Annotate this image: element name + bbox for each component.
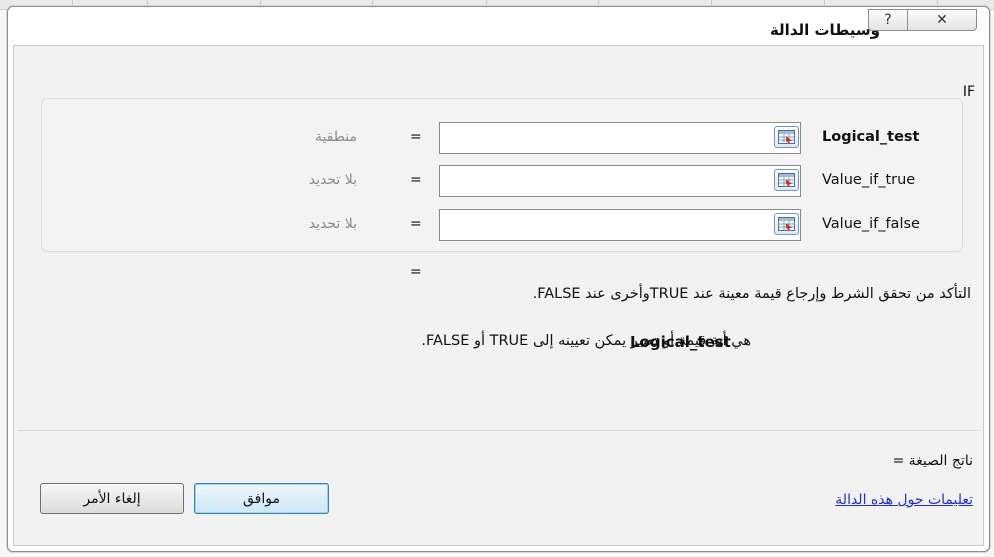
range-select-button[interactable]: [774, 213, 799, 235]
range-select-button[interactable]: [774, 169, 799, 191]
dialog-title: وسيطات الدالة: [769, 21, 880, 39]
question-icon: ?: [884, 12, 892, 28]
function-description: التأكد من تحقق الشرط وإرجاع قيمة معينة ع…: [532, 286, 971, 302]
dialog-body: IF منطقية = Logical_test بلا تحديد = Val…: [13, 45, 984, 546]
arguments-group: منطقية = Logical_test بلا تحديد = Value_…: [41, 98, 963, 252]
equals-sign: =: [410, 129, 422, 145]
cancel-button[interactable]: إلغاء الأمر: [40, 483, 184, 514]
arg-label: Value_if_false: [822, 216, 920, 232]
equals-sign: =: [410, 216, 422, 232]
value-if-true-input[interactable]: [439, 165, 801, 197]
arg-result: بلا تحديد: [308, 216, 357, 232]
arg-description-text: هي أية قيمة أو تعبير يمكن تعيينه إلى TRU…: [421, 333, 751, 349]
arg-label: Logical_test: [822, 129, 920, 145]
range-select-icon: [778, 217, 795, 231]
close-button[interactable]: ✕: [907, 9, 977, 31]
function-name: IF: [962, 84, 975, 100]
title-bar[interactable]: وسيطات الدالة ? ✕: [8, 7, 989, 45]
formula-result-label: ناتج الصيغة =: [892, 453, 973, 469]
ok-button[interactable]: موافق: [194, 483, 329, 514]
divider: [18, 430, 979, 431]
function-result-equals: =: [410, 264, 422, 280]
arg-label: Value_if_true: [822, 172, 916, 188]
close-icon: ✕: [936, 12, 948, 28]
arg-result: بلا تحديد: [308, 172, 357, 188]
help-button[interactable]: ?: [868, 9, 908, 31]
arg-result: منطقية: [314, 129, 357, 145]
arg-row-logical-test: منطقية = Logical_test: [42, 117, 962, 157]
value-if-false-input[interactable]: [439, 209, 801, 241]
logical-test-input[interactable]: [439, 122, 801, 154]
range-select-icon: [778, 173, 795, 187]
help-on-function-link[interactable]: تعليمات حول هذه الدالة: [835, 492, 973, 508]
equals-sign: =: [410, 172, 422, 188]
arg-row-value-if-true: بلا تحديد = Value_if_true: [42, 160, 962, 200]
range-select-button[interactable]: [774, 126, 799, 148]
function-arguments-dialog: وسيطات الدالة ? ✕ IF منطقية = Logical_te…: [7, 6, 990, 552]
arg-row-value-if-false: بلا تحديد = Value_if_false: [42, 204, 962, 244]
range-select-icon: [778, 130, 795, 144]
